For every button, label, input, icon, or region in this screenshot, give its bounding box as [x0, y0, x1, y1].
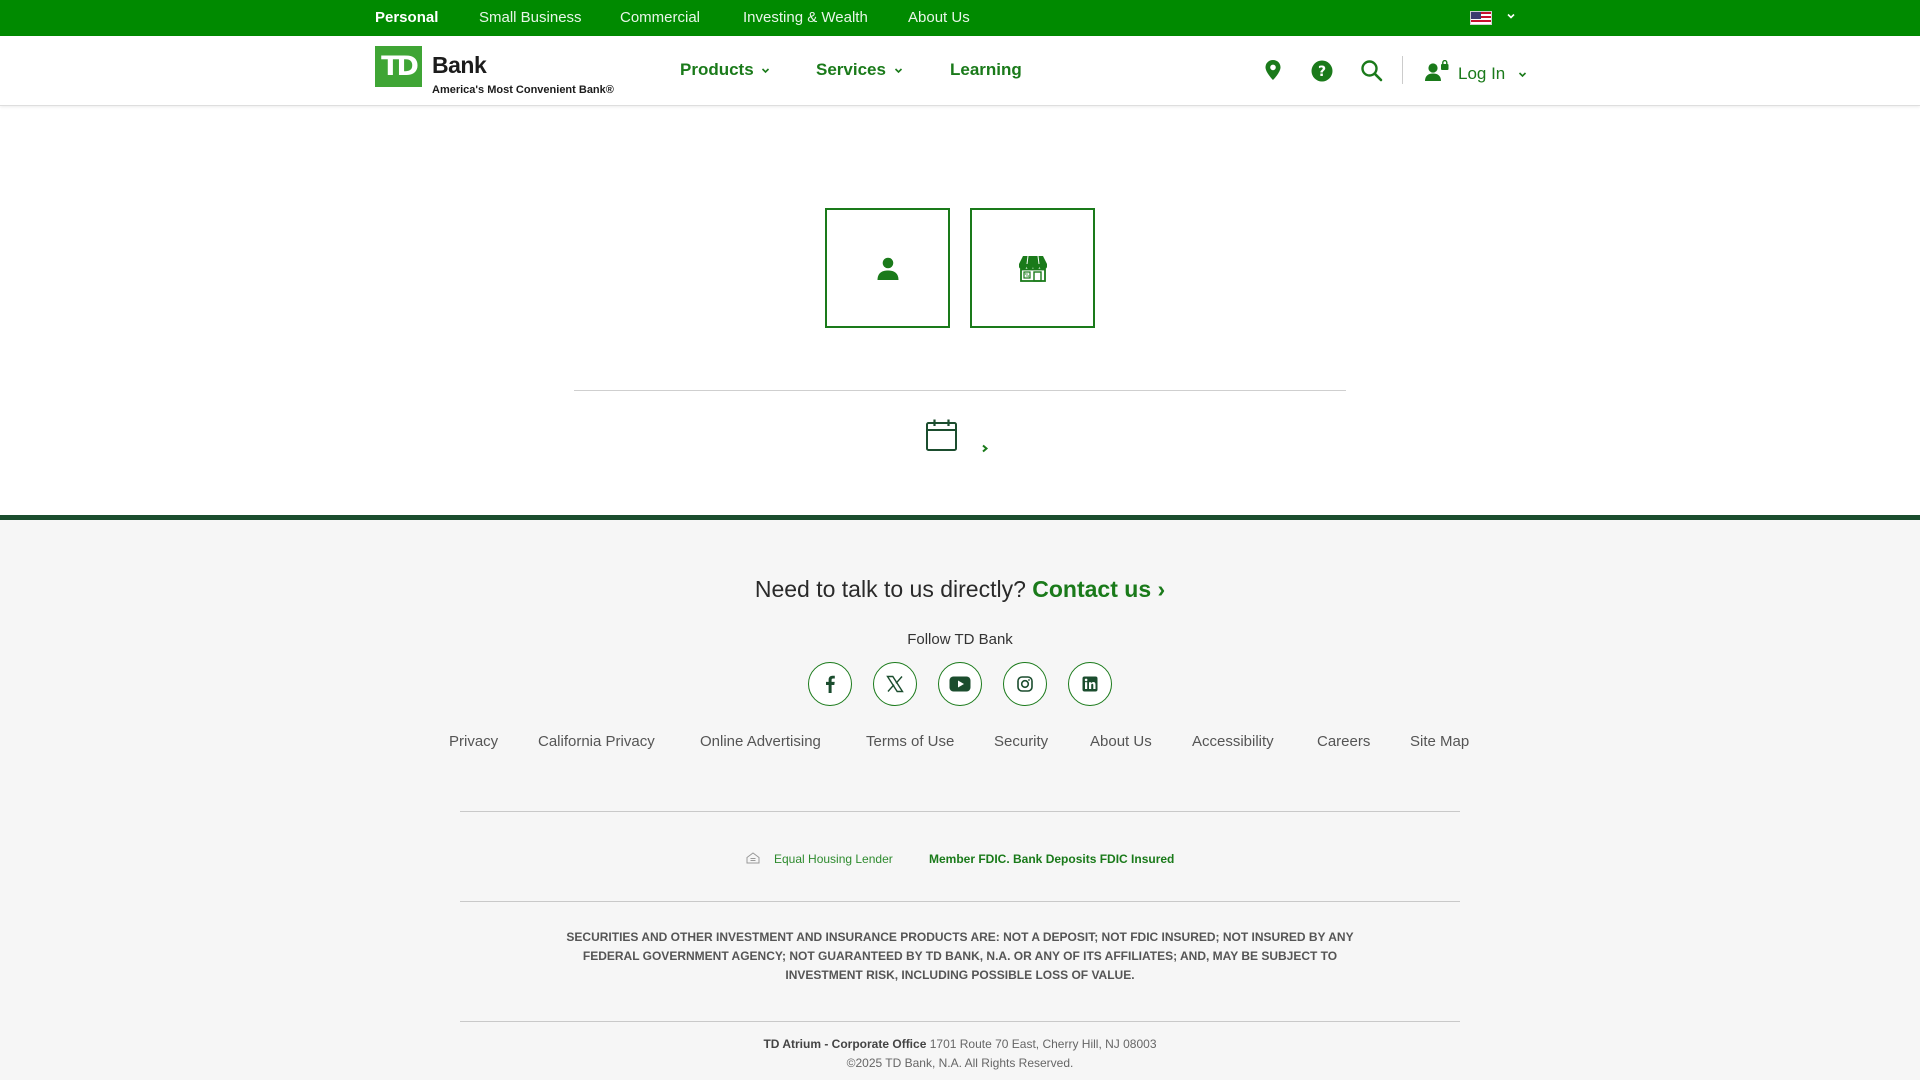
facebook-button[interactable] — [808, 662, 852, 706]
logo-tagline: America's Most Convenient Bank® — [432, 84, 614, 96]
linkedin-icon — [1082, 676, 1098, 692]
segment-personal[interactable]: Personal — [375, 0, 438, 36]
logo-bank-text[interactable]: Bank — [432, 52, 487, 79]
instagram-button[interactable] — [1003, 662, 1047, 706]
svg-text:%: % — [1024, 273, 1029, 279]
svg-text:?: ? — [1318, 64, 1326, 80]
linkedin-button[interactable] — [1068, 662, 1112, 706]
personal-tile[interactable] — [825, 208, 950, 328]
td-logo[interactable]: TD — [375, 46, 422, 87]
footer-link-accessibility[interactable]: Accessibility — [1192, 733, 1274, 750]
chevron-down-icon[interactable] — [1517, 69, 1528, 80]
youtube-icon — [949, 676, 971, 692]
instagram-icon — [1017, 676, 1033, 692]
login-button[interactable]: Log In — [1458, 64, 1505, 84]
top-utility-bar: Personal Small Business Commercial Inves… — [0, 0, 1920, 36]
location-pin-icon[interactable] — [1264, 59, 1282, 81]
footer-link-about-us[interactable]: About Us — [1090, 733, 1152, 750]
footer-link-california-privacy[interactable]: California Privacy — [538, 733, 655, 750]
footer-divider — [460, 901, 1460, 902]
contact-us-link[interactable]: Contact us › — [1032, 576, 1165, 602]
calendar-icon[interactable] — [925, 418, 958, 452]
investment-disclaimer: SECURITIES AND OTHER INVESTMENT AND INSU… — [566, 930, 1354, 982]
footer-link-privacy[interactable]: Privacy — [449, 733, 498, 750]
help-icon[interactable]: ? — [1311, 60, 1333, 82]
segment-commercial[interactable]: Commercial — [620, 0, 700, 36]
footer-link-careers[interactable]: Careers — [1317, 733, 1370, 750]
contact-prompt: Need to talk to us directly? Contact us … — [0, 576, 1920, 603]
footer-divider — [460, 1021, 1460, 1022]
segment-about-us[interactable]: About Us — [908, 0, 970, 36]
nav-products[interactable]: Products — [680, 58, 754, 82]
footer-link-online-advertising[interactable]: Online Advertising — [700, 733, 821, 750]
chevron-down-icon[interactable] — [893, 65, 904, 76]
footer-link-security[interactable]: Security — [994, 733, 1048, 750]
us-flag-icon[interactable] — [1470, 11, 1492, 25]
equal-housing-lender[interactable]: Equal Housing Lender — [774, 852, 893, 866]
facebook-icon — [826, 675, 835, 693]
office-label: TD Atrium - Corporate Office — [763, 1037, 927, 1051]
equal-housing-icon — [746, 852, 760, 864]
footer-link-site-map[interactable]: Site Map — [1410, 733, 1469, 750]
footer-divider — [460, 811, 1460, 812]
content-divider — [574, 390, 1346, 391]
storefront-icon: % — [1018, 255, 1047, 282]
fdic-notice[interactable]: Member FDIC. Bank Deposits FDIC Insured — [929, 852, 1174, 866]
office-address: 1701 Route 70 East, Cherry Hill, NJ 0800… — [929, 1037, 1157, 1051]
segment-small-business[interactable]: Small Business — [479, 0, 582, 36]
header-separator — [1402, 56, 1403, 84]
search-icon[interactable] — [1360, 59, 1383, 82]
chevron-right-icon[interactable] — [980, 444, 989, 453]
footer-link-terms-of-use[interactable]: Terms of Use — [866, 733, 954, 750]
contact-prompt-text: Need to talk to us directly? — [754, 576, 1026, 602]
follow-heading: Follow TD Bank — [907, 631, 1013, 648]
person-icon — [877, 257, 898, 280]
corporate-address: TD Atrium - Corporate Office 1701 Route … — [0, 1037, 1920, 1051]
nav-learning[interactable]: Learning — [950, 58, 1022, 82]
copyright: ©2025 TD Bank, N.A. All Rights Reserved. — [846, 1056, 1074, 1070]
x-icon — [886, 675, 904, 693]
chevron-down-icon[interactable] — [1505, 10, 1517, 22]
segment-investing-wealth[interactable]: Investing & Wealth — [743, 0, 868, 36]
business-tile[interactable]: % — [970, 208, 1095, 328]
main-header: TD Bank America's Most Convenient Bank® … — [0, 36, 1920, 106]
chevron-down-icon[interactable] — [760, 65, 771, 76]
x-button[interactable] — [873, 662, 917, 706]
footer: Need to talk to us directly? Contact us … — [0, 515, 1920, 1080]
user-lock-icon[interactable] — [1424, 60, 1450, 82]
youtube-button[interactable] — [938, 662, 982, 706]
nav-services[interactable]: Services — [816, 58, 886, 82]
